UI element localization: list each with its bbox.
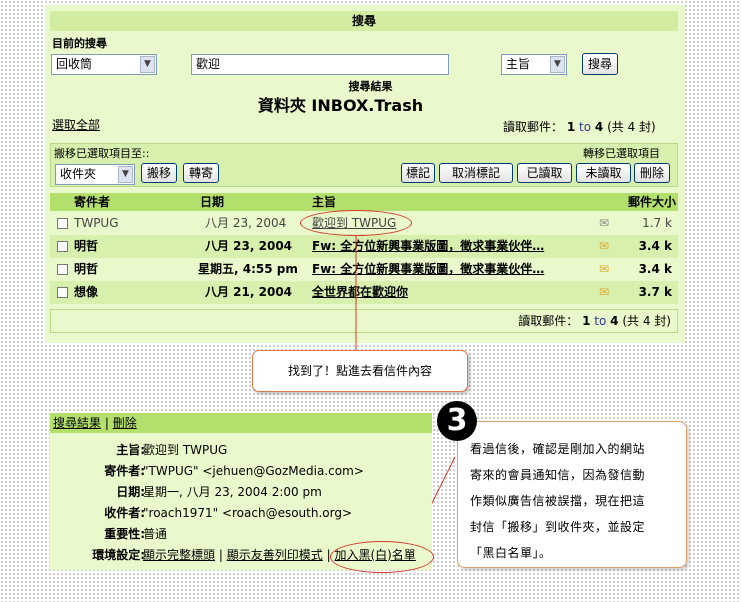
to-key: 收件者: [104, 506, 145, 520]
instruction-note: 看過信後，確認是剛加入的網站 寄來的會員通知信，因為發信動 作類似廣告信被誤擋，… [457, 421, 687, 568]
priority-value: 普通 [143, 527, 168, 541]
from-value: "TWPUG" <jehuen@GozMedia.com> [143, 464, 364, 478]
to-value: "roach1971" <roach@esouth.org> [143, 506, 353, 520]
note-line: 封信「搬移」到收件夾，並設定 [470, 520, 646, 534]
date-row: 日期: 星期一, 八月 23, 2004 2:00 pm [50, 482, 432, 503]
subject-key: 主旨: [116, 443, 145, 457]
show-headers-link[interactable]: 顯示完整標頭 [143, 548, 215, 562]
separator: | [104, 416, 109, 430]
search-results-link[interactable]: 搜尋結果 [53, 416, 101, 430]
to-row: 收件者: "roach1971" <roach@esouth.org> [50, 503, 432, 524]
print-view-link[interactable]: 顯示友善列印模式 [227, 548, 323, 562]
note-line: 作類似廣告信被誤擋，現在把這 [470, 494, 646, 508]
subject-row: 主旨: 歡迎到 TWPUG [50, 440, 432, 461]
delete-link[interactable]: 刪除 [113, 416, 137, 430]
callout-found: 找到了！點進去看信件內容 [252, 350, 468, 392]
subject-value: 歡迎到 TWPUG [143, 443, 228, 457]
note-line: 看過信後，確認是剛加入的網站 [470, 442, 646, 456]
note-line: 「黑白名單」。 [470, 546, 552, 560]
note-line: 寄來的會員通知信，因為發信動 [470, 468, 646, 482]
message-topbar: 搜尋結果 | 刪除 [50, 413, 432, 433]
separator: | [218, 548, 223, 562]
highlight-oval [330, 541, 434, 573]
date-key: 日期: [116, 485, 145, 499]
step-number-badge: 3 [437, 401, 477, 441]
options-key: 環境設定: [92, 548, 145, 562]
date-value: 星期一, 八月 23, 2004 2:00 pm [143, 485, 322, 499]
from-row: 寄件者: "TWPUG" <jehuen@GozMedia.com> [50, 461, 432, 482]
from-key: 寄件者: [104, 464, 145, 478]
priority-key: 重要性: [104, 527, 145, 541]
